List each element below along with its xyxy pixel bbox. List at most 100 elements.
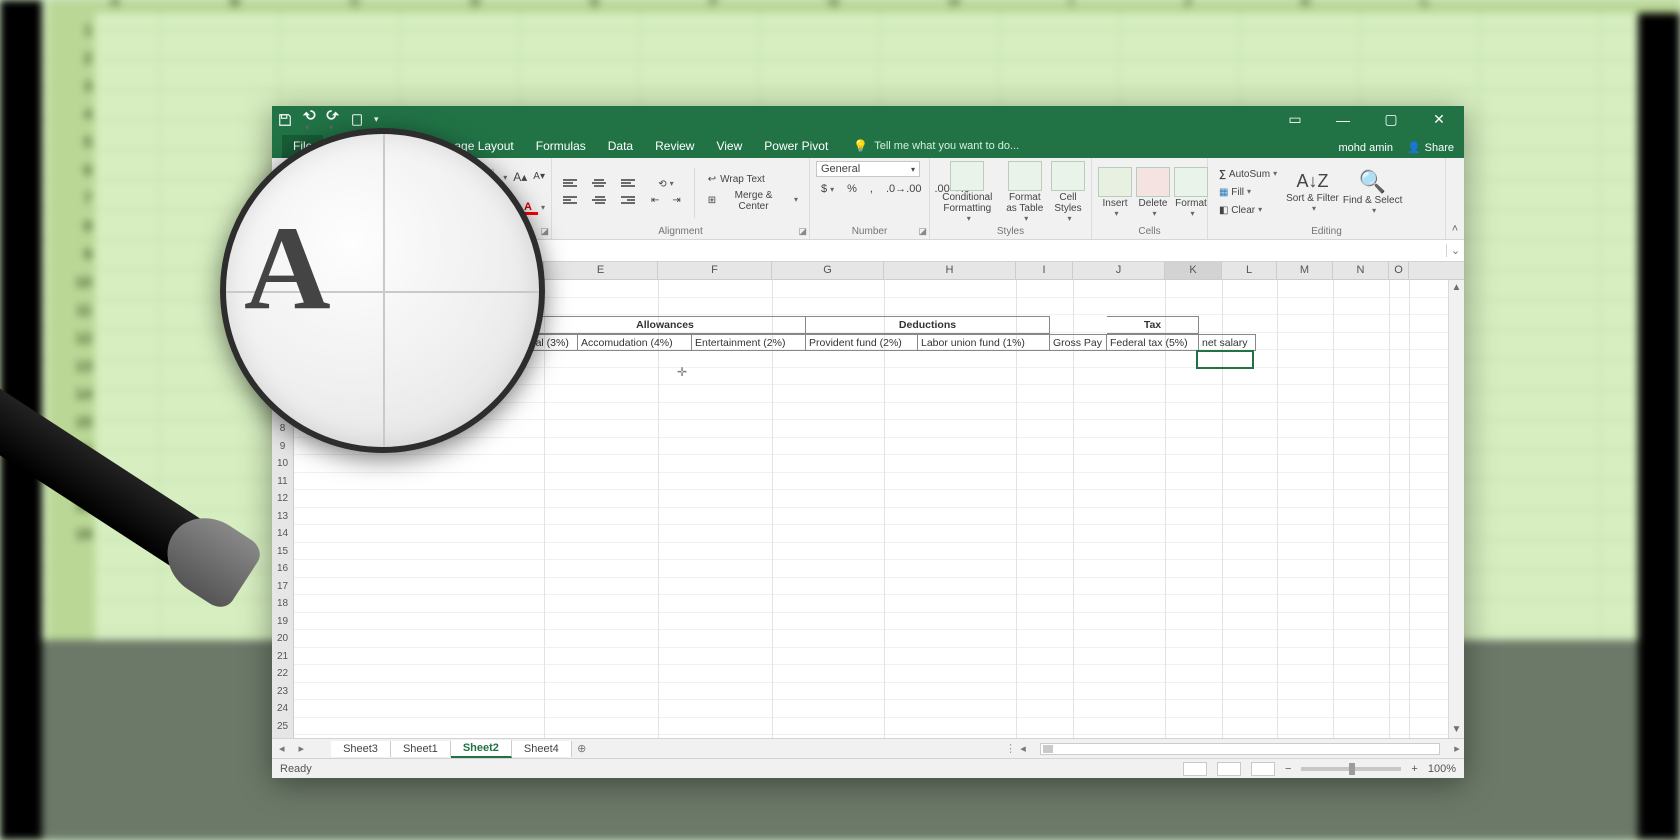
tab-scroll-right-button[interactable]: ▸	[292, 742, 312, 755]
alignment-dialog-launcher[interactable]: ◪	[798, 226, 807, 237]
zoom-slider[interactable]	[1301, 767, 1401, 771]
row-header-19[interactable]: 19	[272, 613, 293, 631]
format-as-table-button[interactable]: Format as Table	[1003, 161, 1047, 224]
row-header-24[interactable]: 24	[272, 700, 293, 718]
col-header-F[interactable]: F	[658, 262, 772, 279]
sheet-tab-sheet1[interactable]: Sheet1	[391, 741, 451, 757]
col-header-M[interactable]: M	[1277, 262, 1333, 279]
col-header-O[interactable]: O	[1389, 262, 1409, 279]
row-header-22[interactable]: 22	[272, 665, 293, 683]
delete-cells-button[interactable]: Delete	[1136, 167, 1170, 219]
col-header-I[interactable]: I	[1016, 262, 1073, 279]
align-top-button[interactable]	[558, 176, 584, 192]
find-select-button[interactable]: 🔍 Find & Select	[1343, 170, 1402, 216]
align-center-button[interactable]	[587, 193, 613, 209]
touch-mode-icon[interactable]	[350, 113, 364, 127]
tab-power pivot[interactable]: Power Pivot	[753, 135, 839, 158]
cell-styles-button[interactable]: Cell Styles	[1051, 161, 1085, 224]
row-header-23[interactable]: 23	[272, 683, 293, 701]
scroll-down-button[interactable]: ▼	[1449, 722, 1464, 738]
align-middle-button[interactable]	[587, 176, 613, 192]
number-format-select[interactable]: General ▾	[816, 161, 920, 177]
row-header-20[interactable]: 20	[272, 630, 293, 648]
tab-scroll-left-button[interactable]: ◂	[272, 742, 292, 755]
col-header-H[interactable]: H	[884, 262, 1016, 279]
merge-center-button[interactable]: ⊞ Merge & Center	[703, 188, 803, 214]
zoom-out-button[interactable]: −	[1285, 763, 1291, 775]
save-icon[interactable]	[278, 113, 292, 127]
sort-filter-button[interactable]: A↓Z Sort & Filter	[1286, 172, 1339, 214]
font-color-button[interactable]: A	[524, 201, 545, 215]
redo-icon[interactable]	[326, 107, 340, 133]
zoom-in-button[interactable]: +	[1411, 763, 1417, 775]
row-header-13[interactable]: 13	[272, 508, 293, 526]
tab-review[interactable]: Review	[644, 135, 705, 158]
percent-style-button[interactable]: %	[842, 181, 862, 197]
ribbon-display-options-icon[interactable]: ▭	[1276, 111, 1314, 128]
align-left-button[interactable]	[558, 193, 584, 209]
expand-formula-bar-button[interactable]: ⌄	[1446, 244, 1464, 257]
view-page-break-button[interactable]	[1251, 762, 1275, 776]
hscroll-right-button[interactable]: ▸	[1450, 742, 1464, 755]
sheet-tab-sheet4[interactable]: Sheet4	[512, 741, 572, 757]
font-dialog-launcher[interactable]: ◪	[540, 226, 549, 237]
row-header-17[interactable]: 17	[272, 578, 293, 596]
col-header-N[interactable]: N	[1333, 262, 1389, 279]
row-header-18[interactable]: 18	[272, 595, 293, 613]
format-cells-button[interactable]: Format	[1174, 167, 1208, 219]
qat-customize-icon[interactable]: ▾	[374, 114, 379, 125]
col-header-K[interactable]: K	[1165, 262, 1222, 279]
row-header-15[interactable]: 15	[272, 543, 293, 561]
vertical-scrollbar[interactable]: ▲ ▼	[1448, 280, 1464, 738]
row-header-10[interactable]: 10	[272, 455, 293, 473]
increase-font-size-button[interactable]: A▴	[513, 170, 527, 184]
view-page-layout-button[interactable]	[1217, 762, 1241, 776]
hscroll-left-button[interactable]: ◂	[1016, 742, 1030, 755]
col-header-L[interactable]: L	[1222, 262, 1277, 279]
share-button[interactable]: 👤 Share	[1407, 141, 1454, 154]
tell-me-search[interactable]: 💡 Tell me what you want to do...	[853, 139, 1019, 158]
sheet-tab-sheet3[interactable]: Sheet3	[331, 741, 391, 757]
number-dialog-launcher[interactable]: ◪	[918, 226, 927, 237]
insert-cells-button[interactable]: Insert	[1098, 167, 1132, 219]
row-header-16[interactable]: 16	[272, 560, 293, 578]
increase-indent-button[interactable]: ⇥	[667, 193, 685, 208]
conditional-formatting-button[interactable]: Conditional Formatting	[936, 161, 999, 224]
decrease-font-size-button[interactable]: A▾	[533, 171, 545, 182]
minimize-button[interactable]: —	[1324, 112, 1362, 128]
zoom-level[interactable]: 100%	[1428, 763, 1456, 775]
tab-formulas[interactable]: Formulas	[525, 135, 597, 158]
increase-decimal-button[interactable]: .0→.00	[881, 181, 926, 197]
view-normal-button[interactable]	[1183, 762, 1207, 776]
maximize-button[interactable]: ▢	[1372, 111, 1410, 128]
comma-style-button[interactable]: ,	[865, 181, 878, 197]
row-header-21[interactable]: 21	[272, 648, 293, 666]
tab-data[interactable]: Data	[597, 135, 644, 158]
scroll-up-button[interactable]: ▲	[1449, 280, 1464, 296]
align-right-button[interactable]	[616, 193, 642, 209]
collapse-ribbon-button[interactable]: ˄	[1446, 158, 1464, 239]
accounting-format-button[interactable]: $	[816, 181, 839, 197]
row-header-11[interactable]: 11	[272, 473, 293, 491]
signed-in-user[interactable]: mohd amin	[1339, 142, 1393, 154]
fill-button[interactable]: ▦ Fill	[1214, 185, 1256, 200]
tab-split-handle[interactable]: ⋮	[1005, 742, 1016, 755]
clear-button[interactable]: ◧ Clear	[1214, 203, 1267, 218]
row-header-12[interactable]: 12	[272, 490, 293, 508]
decrease-indent-button[interactable]: ⇤	[646, 193, 664, 208]
autosum-button[interactable]: ∑ AutoSum	[1214, 167, 1282, 182]
sheet-tab-sheet2[interactable]: Sheet2	[451, 740, 512, 758]
orientation-button[interactable]: ⟲	[653, 177, 678, 192]
row-header-14[interactable]: 14	[272, 525, 293, 543]
wrap-text-button[interactable]: ↩ Wrap Text	[703, 172, 770, 187]
undo-icon[interactable]	[302, 107, 316, 133]
col-header-E[interactable]: E	[544, 262, 658, 279]
align-bottom-button[interactable]	[616, 176, 642, 192]
tab-view[interactable]: View	[705, 135, 753, 158]
horizontal-scrollbar[interactable]	[1040, 743, 1440, 755]
row-header-9[interactable]: 9	[272, 438, 293, 456]
row-header-25[interactable]: 25	[272, 718, 293, 736]
col-header-G[interactable]: G	[772, 262, 884, 279]
close-button[interactable]: ✕	[1420, 111, 1458, 128]
new-sheet-button[interactable]: ⊕	[572, 742, 592, 755]
